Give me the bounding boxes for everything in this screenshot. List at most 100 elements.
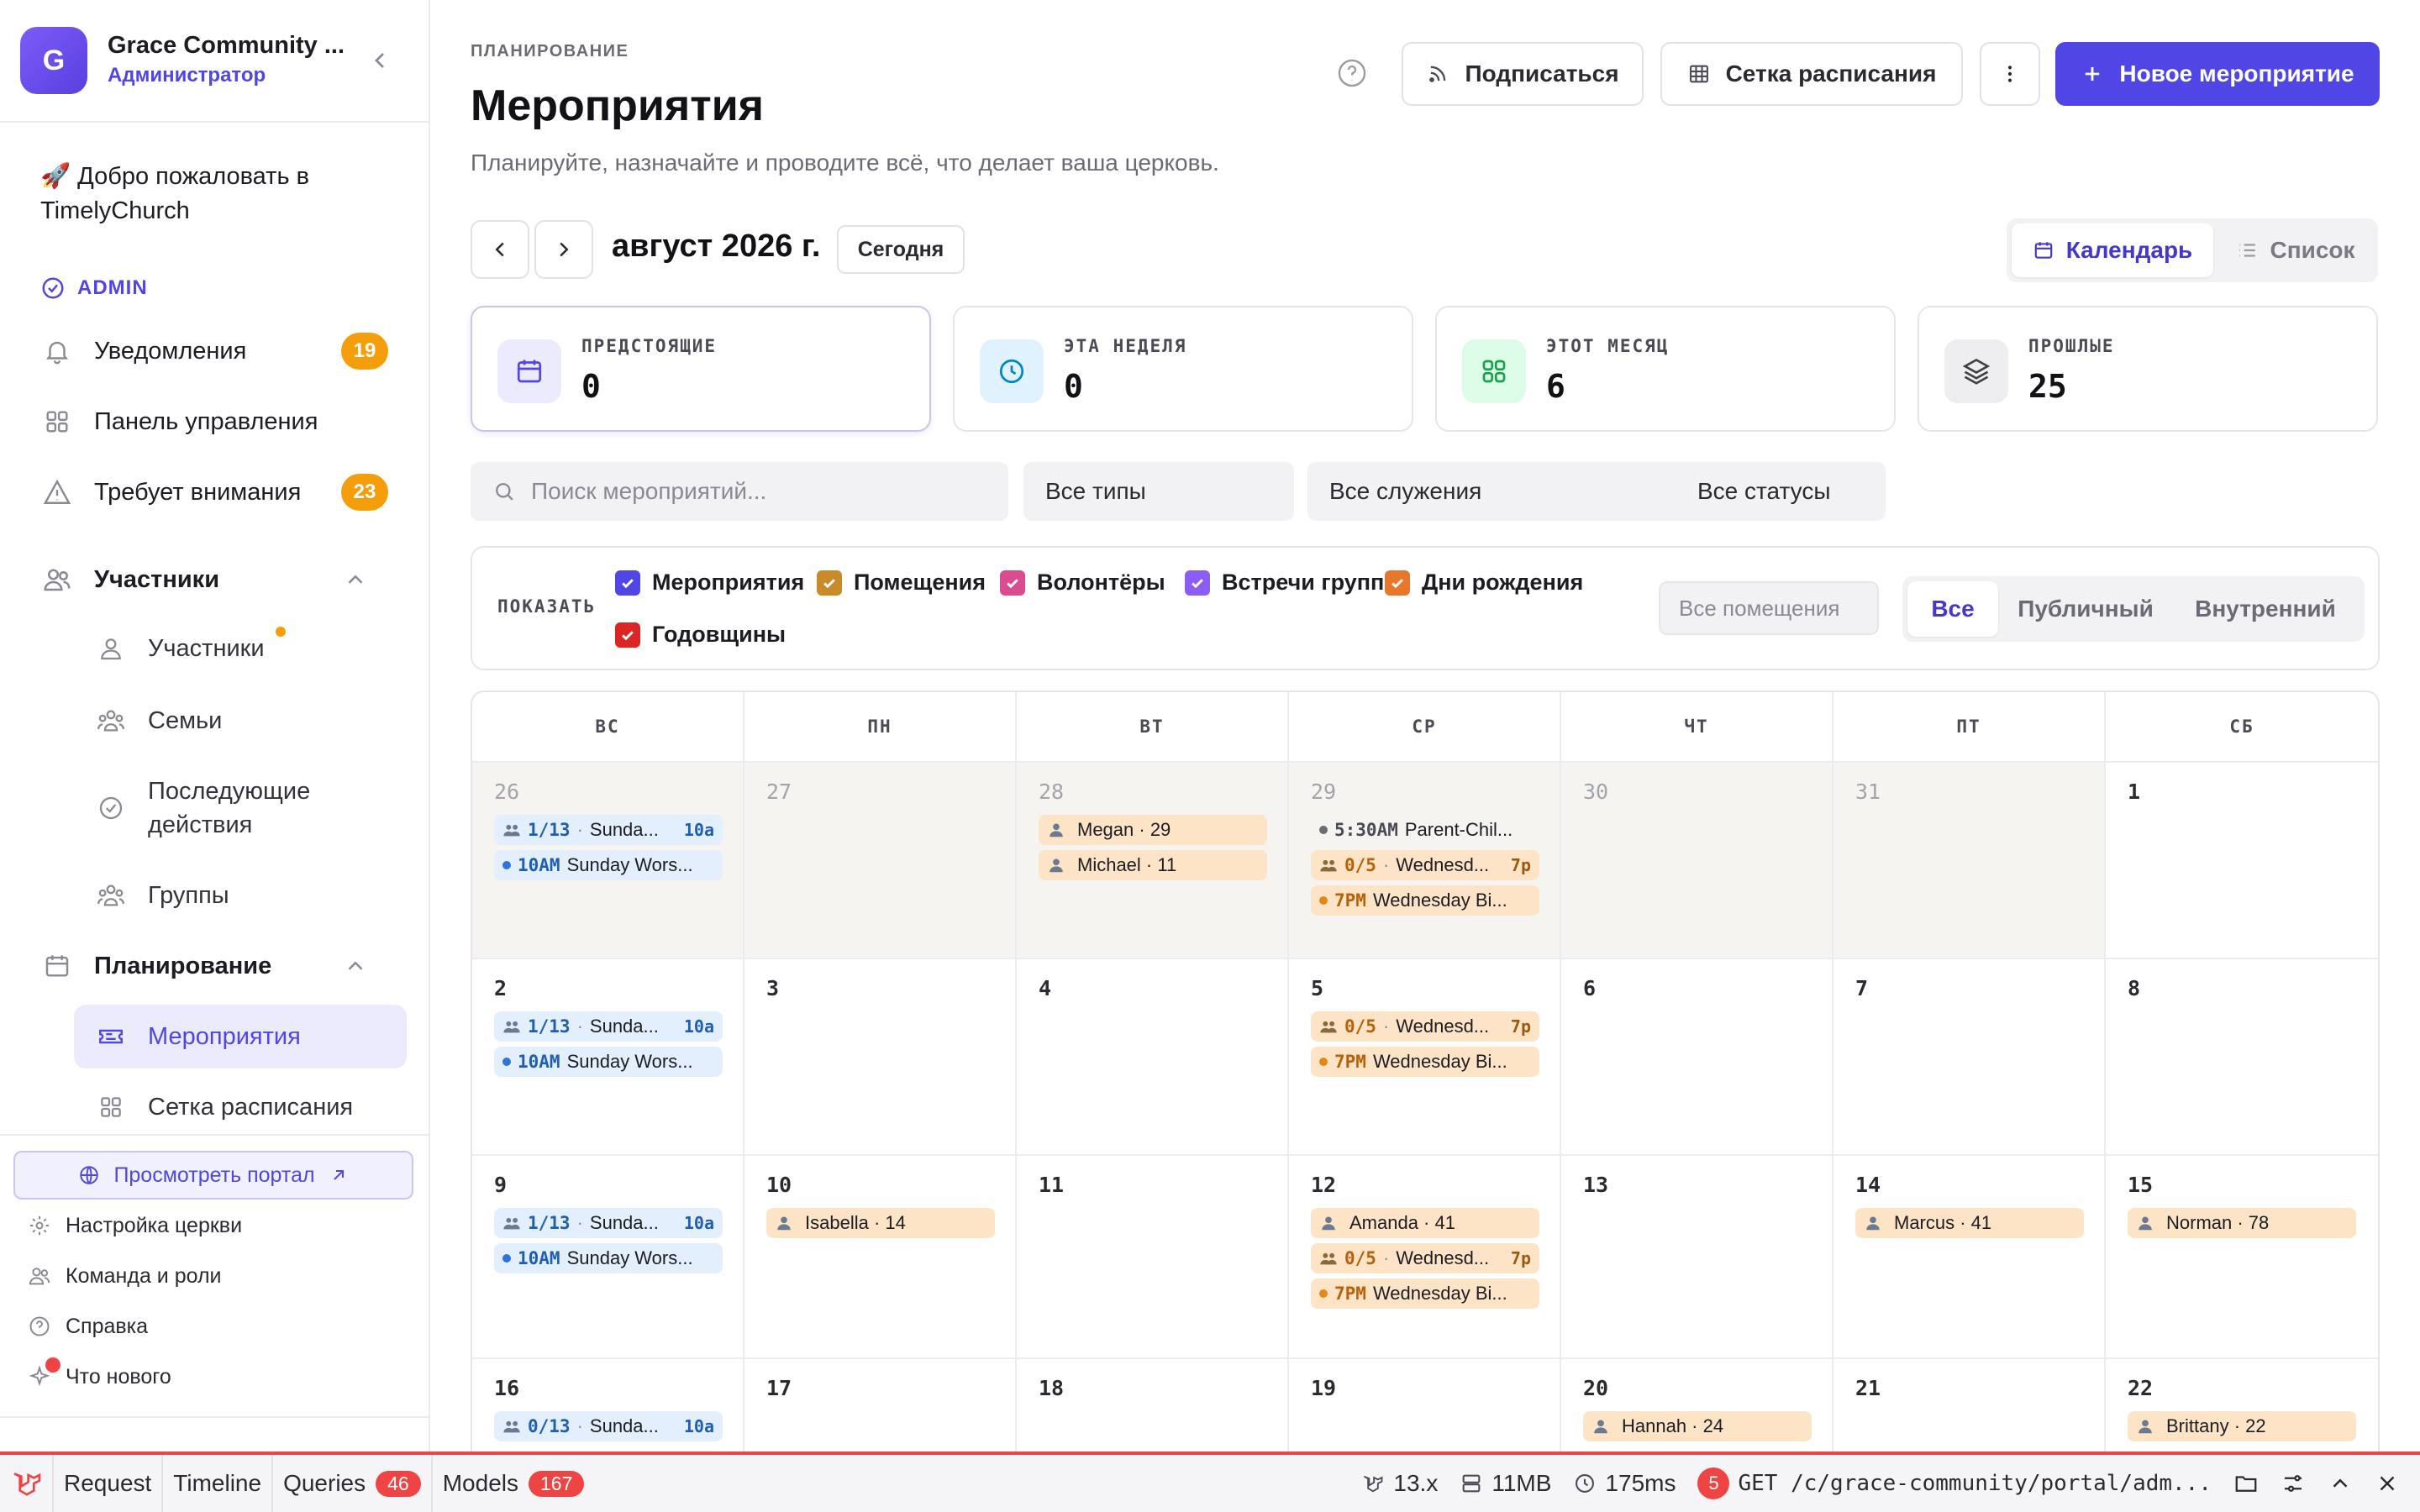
rooms-filter-select[interactable]: Все помещения	[1659, 581, 1879, 635]
visibility-internal[interactable]: Внутренний	[2173, 581, 2358, 637]
calendar-day-cell[interactable]: 17	[744, 1357, 1017, 1452]
birthday-chip[interactable]: Marcus · 41	[1855, 1208, 2084, 1238]
chevron-up-icon[interactable]	[2328, 1471, 2353, 1496]
calendar-day-cell[interactable]: 22 Brittany · 22	[2106, 1357, 2378, 1452]
calendar-day-cell[interactable]: 13	[1561, 1154, 1833, 1357]
calendar-day-cell[interactable]: 29 5:30AM Parent-Chil... 0/5 · Wednesd... 7p 7P…	[1289, 761, 1561, 958]
today-button[interactable]: Сегодня	[837, 225, 965, 274]
calendar-day-cell[interactable]: 31	[1833, 761, 2106, 958]
calendar-day-cell[interactable]: 14 Marcus · 41	[1833, 1154, 2106, 1357]
calendar-day-cell[interactable]: 11	[1017, 1154, 1289, 1357]
subscribe-button[interactable]: Подписаться	[1402, 42, 1644, 106]
calendar-day-cell[interactable]: 1	[2106, 761, 2378, 958]
calendar-day-cell[interactable]: 8	[2106, 958, 2378, 1154]
sidebar-item-dashboard[interactable]: Панель управления	[40, 395, 397, 449]
event-chip[interactable]: 0/5 · Wednesd... 7p	[1311, 850, 1539, 880]
sidebar-item-members[interactable]: Участники	[94, 632, 407, 665]
debug-tab[interactable]: Queries 46	[273, 1455, 433, 1512]
prev-month-button[interactable]	[471, 220, 529, 279]
help-icon[interactable]	[1336, 57, 1368, 89]
calendar-day-cell[interactable]: 3	[744, 958, 1017, 1154]
next-month-button[interactable]	[534, 220, 593, 279]
event-chip[interactable]: 1/13 · Sunda... 10a	[494, 1011, 723, 1042]
list-view-button[interactable]: Список	[2218, 223, 2373, 277]
type-filter-select[interactable]: Все типы	[1023, 462, 1294, 521]
calendar-day-cell[interactable]: 10 Isabella · 14	[744, 1154, 1017, 1357]
search-input[interactable]: Поиск мероприятий...	[471, 462, 1008, 521]
calendar-day-cell[interactable]: 9 1/13 · Sunda... 10a 10AM Sunday Wors...	[472, 1154, 744, 1357]
calendar-day-cell[interactable]: 28 Megan · 29 Michael · 11	[1017, 761, 1289, 958]
settings-sliders-icon[interactable]	[2281, 1471, 2306, 1496]
close-icon[interactable]	[2375, 1471, 2400, 1496]
event-chip[interactable]: 7PM Wednesday Bi...	[1311, 1278, 1539, 1309]
birthday-chip[interactable]: Megan · 29	[1039, 815, 1267, 845]
show-checkbox[interactable]: Дни рождения	[1385, 570, 1583, 596]
birthday-chip[interactable]: Michael · 11	[1039, 850, 1267, 880]
sidebar-section-members[interactable]: Участники	[40, 553, 397, 606]
welcome-link[interactable]: 🚀 Добро пожаловать в TimelyChurch	[40, 160, 393, 228]
birthday-chip[interactable]: Amanda · 41	[1311, 1208, 1539, 1238]
event-chip[interactable]: 7PM Wednesday Bi...	[1311, 885, 1539, 916]
visibility-public[interactable]: Публичный	[2003, 581, 2168, 637]
folder-icon[interactable]	[2233, 1471, 2259, 1496]
stat-card-this-week[interactable]: ЭТА НЕДЕЛЯ 0	[953, 306, 1413, 432]
calendar-day-cell[interactable]: 5 0/5 · Wednesd... 7p 7PM Wednesday Bi...	[1289, 958, 1561, 1154]
event-chip[interactable]: 7PM Wednesday Bi...	[1311, 1047, 1539, 1077]
birthday-chip[interactable]: Hannah · 24	[1583, 1411, 1812, 1441]
calendar-day-cell[interactable]: 7	[1833, 958, 2106, 1154]
stat-card-upcoming[interactable]: ПРЕДСТОЯЩИЕ 0	[471, 306, 931, 432]
request-selector[interactable]: 5 GET /c/grace-community/portal/adm...	[1697, 1467, 2212, 1499]
calendar-day-cell[interactable]: 20 Hannah · 24	[1561, 1357, 1833, 1452]
more-options-button[interactable]	[1980, 42, 2040, 106]
calendar-day-cell[interactable]: 6	[1561, 958, 1833, 1154]
memory-usage[interactable]: 11MB	[1460, 1470, 1551, 1497]
request-time[interactable]: 175ms	[1573, 1470, 1676, 1497]
framework-version[interactable]: 13.x	[1361, 1470, 1438, 1497]
sidebar-item-needs-attention[interactable]: Требует внимания 23	[40, 465, 397, 519]
show-checkbox[interactable]: Встречи групп	[1185, 570, 1384, 596]
show-checkbox[interactable]: Мероприятия	[615, 570, 804, 596]
calendar-day-cell[interactable]: 30	[1561, 761, 1833, 958]
birthday-chip[interactable]: Isabella · 14	[766, 1208, 995, 1238]
event-chip[interactable]: 0/5 · Wednesd... 7p	[1311, 1011, 1539, 1042]
event-chip[interactable]: 1/13 · Sunda... 10a	[494, 815, 723, 845]
show-checkbox[interactable]: Помещения	[817, 570, 986, 596]
birthday-chip[interactable]: Norman · 78	[2128, 1208, 2356, 1238]
calendar-day-cell[interactable]: 27	[744, 761, 1017, 958]
calendar-day-cell[interactable]: 21	[1833, 1357, 2106, 1452]
laravel-logo-icon[interactable]	[0, 1455, 54, 1512]
workspace-switcher[interactable]: G Grace Community ... Администратор	[20, 27, 410, 94]
event-chip[interactable]: 0/5 · Wednesd... 7p	[1311, 1243, 1539, 1273]
stat-card-past[interactable]: ПРОШЛЫЕ 25	[1918, 306, 2378, 432]
event-chip[interactable]: 1/13 · Sunda... 10a	[494, 1208, 723, 1238]
debug-tab[interactable]: Request	[54, 1455, 164, 1512]
calendar-day-cell[interactable]: 26 1/13 · Sunda... 10a 10AM Sunday Wors...	[472, 761, 744, 958]
show-checkbox[interactable]: Волонтёры	[1000, 570, 1165, 596]
calendar-day-cell[interactable]: 16 0/13 · Sunda... 10a	[472, 1357, 744, 1452]
new-event-button[interactable]: Новое мероприятие	[2055, 42, 2380, 106]
debug-tab[interactable]: Timeline	[163, 1455, 274, 1512]
sidebar-section-planning[interactable]: Планирование	[40, 939, 397, 993]
calendar-day-cell[interactable]: 4	[1017, 958, 1289, 1154]
sidebar-item-follow-ups[interactable]: Последующие действия	[94, 774, 407, 842]
event-chip[interactable]: 10AM Sunday Wors...	[494, 1047, 723, 1077]
calendar-day-cell[interactable]: 12 Amanda · 41 0/5 · Wednesd... 7p 7PM Wednesda…	[1289, 1154, 1561, 1357]
event-chip[interactable]: 10AM Sunday Wors...	[494, 1243, 723, 1273]
sidebar-item-help[interactable]: Справка	[27, 1314, 148, 1339]
event-chip[interactable]: 0/13 · Sunda... 10a	[494, 1411, 723, 1441]
status-filter-select[interactable]: Все статусы	[1676, 462, 1886, 521]
show-checkbox[interactable]: Годовщины	[615, 622, 786, 648]
debug-tab[interactable]: Models 167	[433, 1455, 595, 1512]
sidebar-item-groups[interactable]: Группы	[94, 879, 407, 912]
sidebar-item-notifications[interactable]: Уведомления 19	[40, 324, 397, 378]
calendar-view-button[interactable]: Календарь	[2012, 223, 2213, 277]
sidebar-item-team-roles[interactable]: Команда и роли	[27, 1263, 222, 1289]
sidebar-item-events[interactable]: Мероприятия	[74, 1005, 407, 1068]
sidebar-item-schedule-grid[interactable]: Сетка расписания	[94, 1090, 407, 1124]
event-chip[interactable]: 10AM Sunday Wors...	[494, 850, 723, 880]
calendar-day-cell[interactable]: 19	[1289, 1357, 1561, 1452]
sidebar-item-families[interactable]: Семьи	[94, 704, 407, 738]
schedule-grid-button[interactable]: Сетка расписания	[1660, 42, 1963, 106]
event-chip[interactable]: 5:30AM Parent-Chil...	[1311, 815, 1539, 845]
calendar-day-cell[interactable]: 15 Norman · 78	[2106, 1154, 2378, 1357]
